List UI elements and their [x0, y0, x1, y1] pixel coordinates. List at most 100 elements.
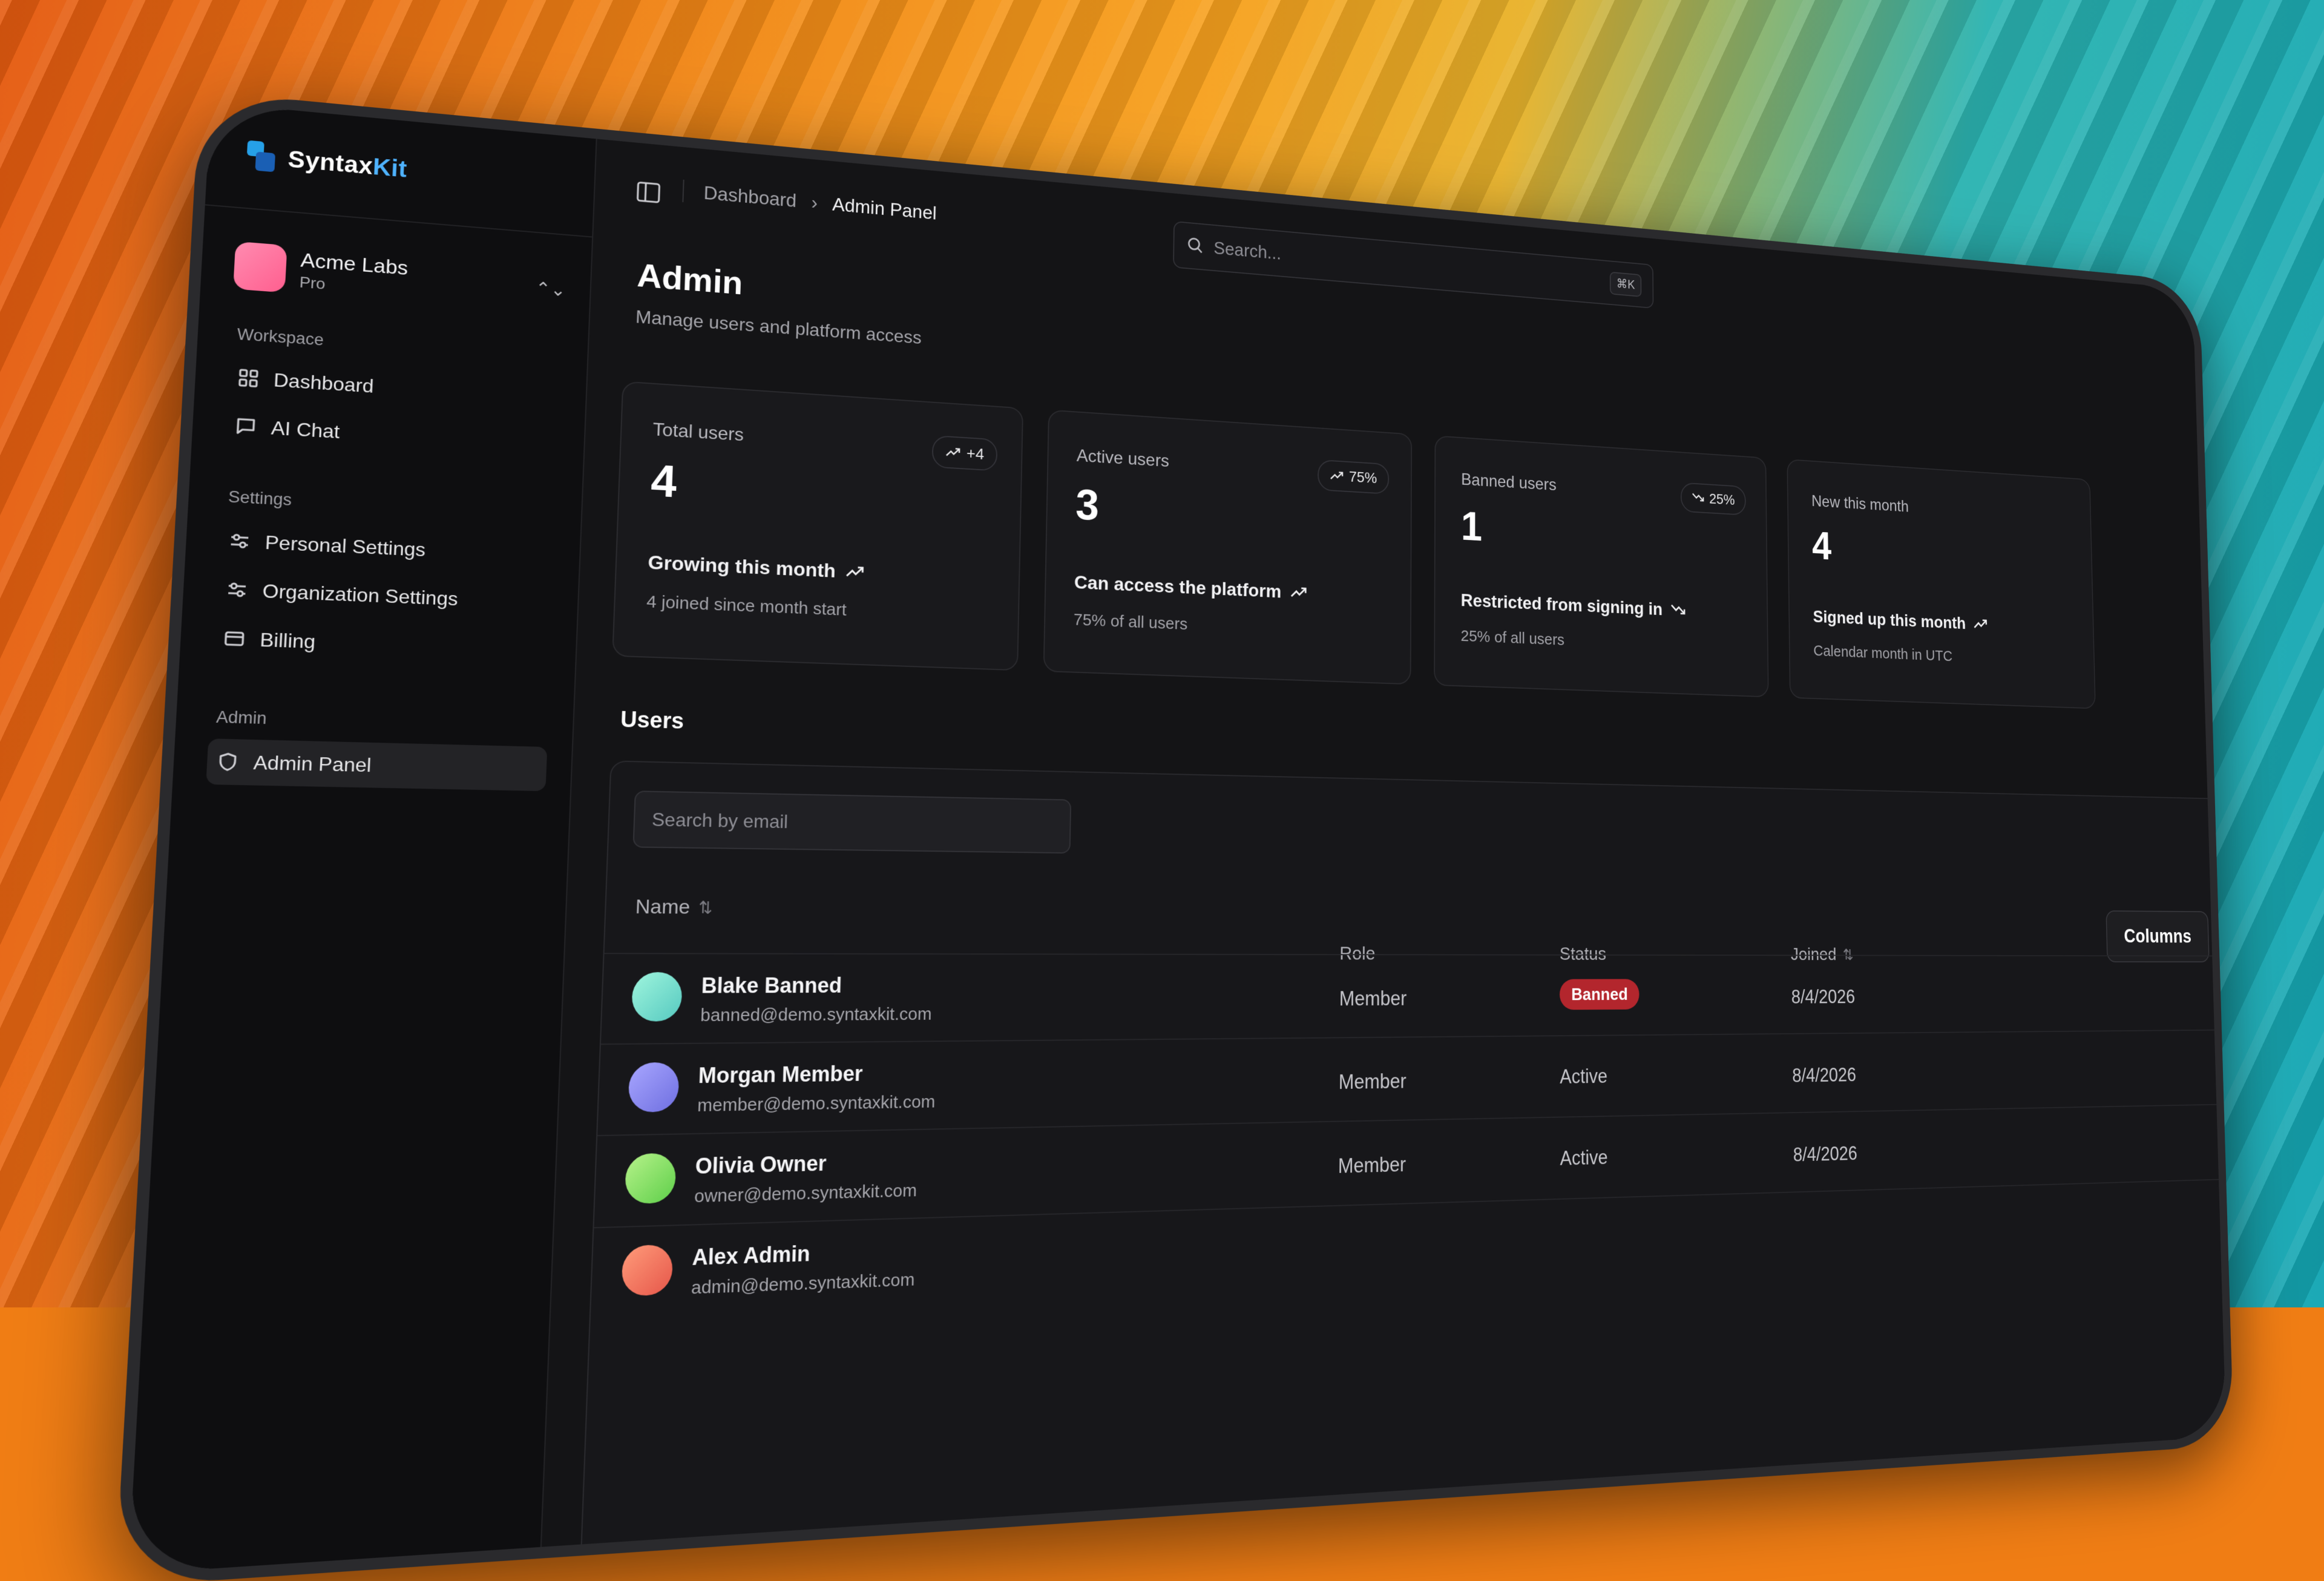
shield-icon	[216, 751, 240, 773]
breadcrumb-admin-panel: Admin Panel	[832, 194, 937, 224]
stat-value: 1	[1460, 502, 1483, 550]
status-badge: Banned	[1559, 979, 1640, 1010]
stat-detail: 25% of all users	[1460, 627, 1564, 649]
stat-headline: Can access the platform	[1074, 572, 1308, 604]
stage: SyntaxKit Acme Labs Pro ⌃⌄ Workspace Das…	[0, 0, 2324, 1581]
stat-detail: 75% of all users	[1073, 610, 1188, 634]
search-icon	[1187, 235, 1204, 257]
breadcrumb-separator-bar	[682, 179, 684, 203]
sidebar-item-label: Dashboard	[273, 369, 375, 397]
main-content: Admin Manage users and platform access T…	[540, 235, 2234, 1581]
stat-headline-text: Restricted from signing in	[1460, 590, 1663, 620]
stat-badge: 25%	[1680, 482, 1746, 516]
user-joined: 8/4/2026	[1793, 1142, 1858, 1166]
stat-card-banned-users: Banned users 1 25% Restricted from signi…	[1434, 435, 1769, 698]
sidebar-item-label: Personal Settings	[264, 531, 426, 560]
trend-up-icon	[1972, 614, 1988, 634]
stat-badge: 75%	[1317, 459, 1390, 495]
stat-headline: Growing this month	[648, 551, 865, 584]
email-search-placeholder: Search by email	[651, 808, 789, 832]
breadcrumb-dashboard[interactable]: Dashboard	[703, 182, 797, 212]
stat-value: 4	[650, 455, 678, 507]
breadcrumb: Dashboard › Admin Panel	[682, 179, 937, 225]
sort-icon: ⇅	[698, 898, 713, 917]
card-icon	[223, 628, 246, 649]
trend-up-icon	[1330, 467, 1344, 485]
stat-headline-text: Growing this month	[647, 551, 836, 582]
page-subtitle: Manage users and platform access	[635, 306, 922, 348]
sidebar-item-admin-panel[interactable]: Admin Panel	[206, 738, 548, 792]
logo-text: SyntaxKit	[287, 146, 408, 183]
sidebar-item-label: Organization Settings	[261, 579, 459, 610]
users-section-title: Users	[620, 707, 684, 734]
device-frame: SyntaxKit Acme Labs Pro ⌃⌄ Workspace Das…	[114, 91, 2234, 1581]
stat-label: Total users	[652, 418, 744, 445]
stat-headline-text: Signed up this month	[1813, 606, 1966, 633]
sidebar: SyntaxKit Acme Labs Pro ⌃⌄ Workspace Das…	[128, 102, 597, 1574]
nav-section-workspace: Workspace	[236, 325, 324, 349]
stat-card-total-users: Total users 4 +4 Growing this month 4 jo…	[612, 381, 1023, 671]
stat-badge-text: 75%	[1348, 468, 1377, 487]
email-search-input[interactable]: Search by email	[632, 790, 1072, 854]
stat-badge: +4	[931, 435, 998, 472]
user-email: banned@demo.syntaxkit.com	[700, 1004, 932, 1025]
stat-label: Banned users	[1461, 469, 1557, 495]
sidebar-toggle-icon[interactable]	[636, 181, 660, 203]
trend-up-icon	[945, 443, 961, 462]
avatar	[621, 1244, 674, 1297]
grid-icon	[237, 367, 260, 389]
stat-headline-text: Can access the platform	[1074, 571, 1282, 602]
app-screen: SyntaxKit Acme Labs Pro ⌃⌄ Workspace Das…	[128, 102, 2234, 1581]
chat-icon	[234, 415, 257, 437]
app-logo[interactable]: SyntaxKit	[246, 140, 408, 185]
stat-card-active-users: Active users 3 75% Can access the platfo…	[1043, 409, 1413, 685]
stat-detail: Calendar month in UTC	[1813, 642, 1953, 665]
stat-detail: 4 joined since month start	[646, 592, 847, 620]
avatar	[628, 1062, 680, 1113]
stat-value: 3	[1075, 479, 1100, 530]
trend-down-icon	[1670, 600, 1687, 620]
logo-icon	[246, 140, 276, 174]
stat-headline: Restricted from signing in	[1461, 590, 1687, 621]
sidebar-item-label: Admin Panel	[252, 751, 372, 776]
users-table: Search by email Columns Name ⇅ Role Stat…	[577, 760, 2234, 1581]
user-name: Morgan Member	[698, 1061, 863, 1088]
stat-label: New this month	[1811, 491, 1909, 516]
trend-up-icon	[1290, 582, 1308, 603]
column-header-name[interactable]: Name ⇅	[635, 895, 713, 919]
stat-headline: Signed up this month	[1813, 607, 1988, 635]
user-email: owner@demo.syntaxkit.com	[694, 1180, 917, 1207]
page-title: Admin	[636, 257, 744, 302]
status-text: Active	[1560, 1146, 1608, 1170]
nav-section-settings: Settings	[228, 487, 292, 509]
sidebar-item-label: Billing	[259, 628, 317, 652]
avatar	[631, 972, 683, 1022]
avatar	[624, 1152, 677, 1205]
sidebar-divider	[205, 204, 592, 238]
table-header: Name ⇅ Role Status Joined ⇅	[605, 875, 2234, 964]
status-text: Active	[1560, 1065, 1608, 1088]
trend-down-icon	[1692, 490, 1705, 507]
user-role: Member	[1338, 1152, 1407, 1178]
search-placeholder: Search...	[1213, 237, 1282, 263]
user-name: Alex Admin	[692, 1241, 811, 1270]
chevron-updown-icon: ⌃⌄	[534, 278, 566, 300]
search-shortcut: ⌘K	[1609, 271, 1642, 297]
stat-label: Active users	[1076, 445, 1170, 471]
sliders-icon	[225, 579, 249, 601]
user-name: Olivia Owner	[695, 1151, 827, 1179]
stat-card-new-this-month: New this month 4 Signed up this month Ca…	[1787, 459, 2096, 709]
sliders-icon	[228, 530, 252, 552]
user-joined: 8/4/2026	[1791, 985, 1856, 1008]
user-joined: 8/4/2026	[1792, 1063, 1857, 1086]
sidebar-item-billing[interactable]: Billing	[212, 616, 552, 672]
stat-value: 4	[1811, 522, 1832, 568]
trend-up-icon	[844, 560, 865, 583]
stat-badge-text: +4	[966, 444, 985, 463]
user-name: Blake Banned	[701, 973, 842, 998]
user-email: member@demo.syntaxkit.com	[697, 1092, 936, 1116]
column-header-label: Name	[635, 895, 691, 919]
stat-badge-text: 25%	[1709, 490, 1735, 508]
org-switcher[interactable]: Acme Labs Pro ⌃⌄	[233, 237, 567, 318]
chevron-right-icon: ›	[811, 191, 818, 213]
